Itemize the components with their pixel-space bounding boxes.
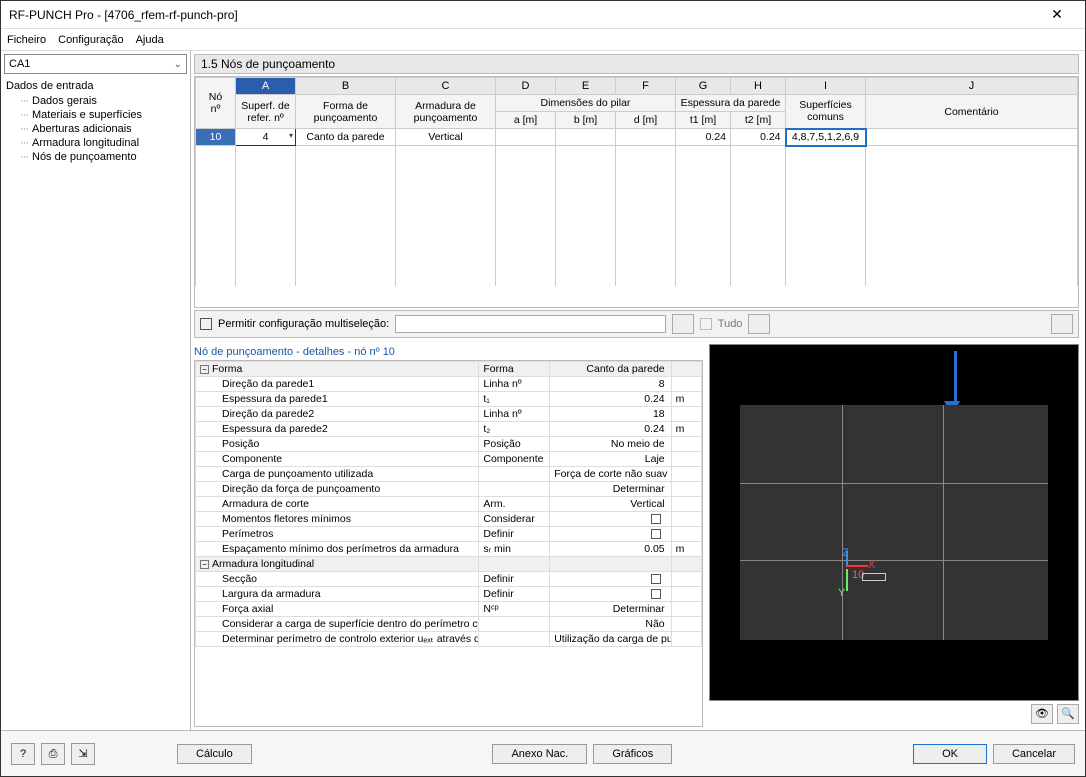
case-select[interactable]: CA1: [4, 54, 187, 74]
checkbox[interactable]: [651, 574, 661, 584]
graphs-button[interactable]: Gráficos: [593, 744, 672, 764]
details-title: Nó de punçoamento - detalhes - nó nº 10: [194, 344, 703, 360]
sidebar: CA1 Dados de entrada Dados gerais Materi…: [1, 51, 191, 730]
menubar: Ficheiro Configuração Ajuda: [1, 29, 1085, 51]
tree-item-armadura-long[interactable]: Armadura longitudinal: [6, 136, 185, 150]
preview-canvas[interactable]: Z X Y 10: [709, 344, 1079, 701]
detail-row[interactable]: PosiçãoPosiçãoNo meio de: [196, 437, 702, 452]
multisel-pick-icon[interactable]: [672, 314, 694, 334]
multisel-extra-icon[interactable]: [1051, 314, 1073, 334]
detail-row[interactable]: Largura da armaduraDefinir: [196, 587, 702, 602]
preview-panel: Z X Y 10 👁 🔍: [709, 344, 1079, 727]
import-icon[interactable]: ⇲: [71, 743, 95, 765]
axis-x: X: [868, 559, 875, 571]
detail-row[interactable]: Armadura de corteArm.Vertical: [196, 497, 702, 512]
cell-t1[interactable]: 0.24: [676, 129, 731, 146]
detail-row[interactable]: Determinar perímetro de controlo exterio…: [196, 632, 702, 647]
detail-row[interactable]: ComponenteComponenteLaje: [196, 452, 702, 467]
multisel-checkbox[interactable]: [200, 318, 212, 330]
detail-row[interactable]: Espaçamento mínimo dos perímetros da arm…: [196, 542, 702, 557]
menu-config[interactable]: Configuração: [58, 34, 123, 46]
detail-row[interactable]: Direção da parede2Linha nº18: [196, 407, 702, 422]
checkbox[interactable]: [651, 589, 661, 599]
detail-row[interactable]: Força axialNᶜᵖDeterminar: [196, 602, 702, 617]
tree-item-dados-gerais[interactable]: Dados gerais: [6, 94, 185, 108]
tree-root[interactable]: Dados de entrada: [6, 78, 185, 94]
checkbox[interactable]: [651, 514, 661, 524]
ok-button[interactable]: OK: [913, 744, 987, 764]
menu-file[interactable]: Ficheiro: [7, 34, 46, 46]
detail-row[interactable]: Direção da força de punçoamentoDetermina…: [196, 482, 702, 497]
cell-comentario[interactable]: [866, 129, 1078, 146]
axis-y: Y: [838, 587, 845, 599]
col-no: Nó nº: [196, 78, 236, 129]
export-icon[interactable]: ⎙: [41, 743, 65, 765]
checkbox[interactable]: [651, 529, 661, 539]
details-table[interactable]: −FormaFormaCanto da paredeDireção da par…: [194, 360, 703, 727]
cell-armadura[interactable]: Vertical: [396, 129, 496, 146]
detail-row[interactable]: Direção da parede1Linha nº8: [196, 377, 702, 392]
row-number: 10: [196, 129, 236, 146]
nav-tree: Dados de entrada Dados gerais Materiais …: [4, 76, 187, 166]
cancel-button[interactable]: Cancelar: [993, 744, 1075, 764]
eye-icon[interactable]: 👁: [1031, 704, 1053, 724]
detail-row[interactable]: Espessura da parede2t₂0.24m: [196, 422, 702, 437]
detail-row[interactable]: Espessura da parede1t₁0.24m: [196, 392, 702, 407]
details-panel: Nó de punçoamento - detalhes - nó nº 10 …: [194, 344, 703, 727]
annex-button[interactable]: Anexo Nac.: [492, 744, 587, 764]
detail-row[interactable]: Considerar a carga de superfície dentro …: [196, 617, 702, 632]
help-icon[interactable]: ?: [11, 743, 35, 765]
cell-d[interactable]: [616, 129, 676, 146]
cell-b[interactable]: [556, 129, 616, 146]
tudo-label: Tudo: [718, 318, 743, 330]
detail-row[interactable]: SecçãoDefinir: [196, 572, 702, 587]
cell-superf[interactable]: 4: [236, 129, 296, 146]
multiselect-bar: Permitir configuração multiseleção: Tudo: [194, 310, 1079, 338]
axis-z: Z: [842, 547, 849, 559]
cell-superficies-comuns[interactable]: 4,8,7,5,1,2,6,9: [786, 129, 866, 146]
tree-item-materiais[interactable]: Materiais e superfícies: [6, 108, 185, 122]
section-title: 1.5 Nós de punçoamento: [194, 54, 1079, 74]
titlebar: RF-PUNCH Pro - [4706_rfem-rf-punch-pro] …: [1, 1, 1085, 29]
detail-row[interactable]: PerímetrosDefinir: [196, 527, 702, 542]
close-icon[interactable]: ✕: [1037, 6, 1077, 23]
detail-row[interactable]: Momentos fletores mínimosConsiderar: [196, 512, 702, 527]
menu-help[interactable]: Ajuda: [136, 34, 164, 46]
zoom-icon[interactable]: 🔍: [1057, 704, 1079, 724]
main-grid[interactable]: Nó nº A B C D E F G H I J Superf. de ref…: [194, 76, 1079, 308]
tree-item-aberturas[interactable]: Aberturas adicionais: [6, 122, 185, 136]
table-row[interactable]: 10 4 Canto da parede Vertical 0.24 0.24 …: [196, 129, 1078, 146]
calc-button[interactable]: Cálculo: [177, 744, 252, 764]
detail-row[interactable]: −Armadura longitudinal: [196, 557, 702, 572]
multisel-field[interactable]: [395, 315, 666, 333]
cell-a[interactable]: [496, 129, 556, 146]
cell-t2[interactable]: 0.24: [731, 129, 786, 146]
detail-row[interactable]: −FormaFormaCanto da parede: [196, 362, 702, 377]
multisel-label: Permitir configuração multiseleção:: [218, 318, 389, 330]
detail-row[interactable]: Carga de punçoamento utilizadaForça de c…: [196, 467, 702, 482]
window-title: RF-PUNCH Pro - [4706_rfem-rf-punch-pro]: [9, 8, 1037, 22]
footer: ? ⎙ ⇲ Cálculo Anexo Nac. Gráficos OK Can…: [1, 730, 1085, 776]
tudo-checkbox[interactable]: [700, 318, 712, 330]
multisel-apply-icon[interactable]: [748, 314, 770, 334]
cell-forma[interactable]: Canto da parede: [296, 129, 396, 146]
tree-item-nos-punc[interactable]: Nós de punçoamento: [6, 150, 185, 164]
